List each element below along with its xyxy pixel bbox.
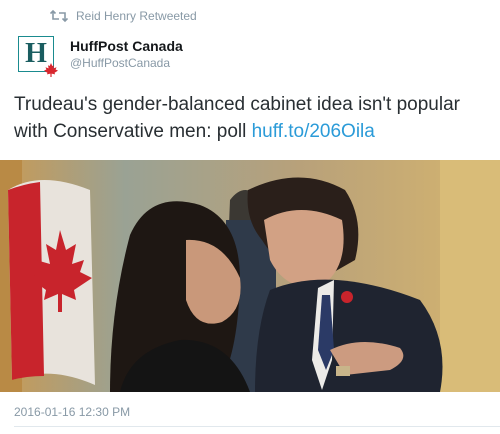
maple-leaf-icon xyxy=(44,63,58,77)
author-block[interactable]: H HuffPost Canada @HuffPostCanada xyxy=(18,36,183,77)
tweet-timestamp[interactable]: 2016-01-16 12:30 PM xyxy=(14,405,130,419)
author-handle[interactable]: @HuffPostCanada xyxy=(70,55,183,71)
tweet-body: Trudeau's gender-balanced cabinet idea i… xyxy=(14,94,460,142)
tweet-text: Trudeau's gender-balanced cabinet idea i… xyxy=(14,91,494,145)
tweet-link[interactable]: huff.to/206Oila xyxy=(252,121,375,142)
retweet-label[interactable]: Reid Henry Retweeted xyxy=(76,9,197,23)
photo-image xyxy=(0,160,500,392)
author-display-name[interactable]: HuffPost Canada xyxy=(70,38,183,55)
divider xyxy=(14,426,500,427)
retweet-context: Reid Henry Retweeted xyxy=(50,7,197,25)
tweet-photo[interactable] xyxy=(0,160,500,392)
retweet-icon xyxy=(50,9,68,23)
avatar[interactable]: H xyxy=(18,36,58,77)
tweet-card[interactable]: Reid Henry Retweeted H HuffPost Canada @… xyxy=(0,0,500,434)
